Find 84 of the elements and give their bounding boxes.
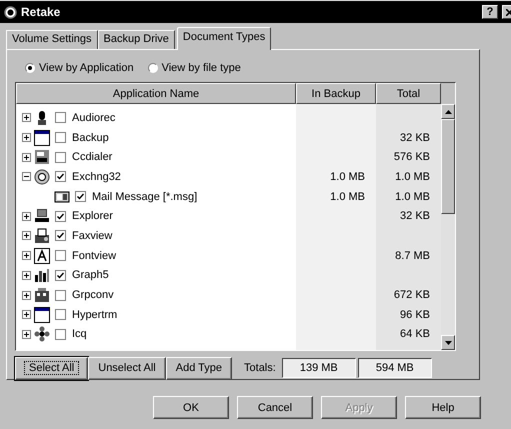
table-cell: 32 KB xyxy=(400,132,430,144)
button[interactable]: Help xyxy=(405,396,481,419)
button[interactable]: Cancel xyxy=(237,396,313,419)
table-cell: 64 KB xyxy=(400,328,430,340)
scroll-thumb[interactable] xyxy=(441,119,455,214)
expander[interactable] xyxy=(22,212,31,221)
total-field: 594 MB xyxy=(358,358,432,378)
tab[interactable]: Volume Settings xyxy=(6,30,98,49)
table-cell: 576 KB xyxy=(394,151,430,164)
checkbox[interactable] xyxy=(55,152,66,163)
down-arrow-icon xyxy=(444,340,452,344)
checkbox[interactable] xyxy=(55,230,66,242)
checkbox[interactable] xyxy=(55,328,66,340)
expander[interactable] xyxy=(22,330,31,339)
checkbox[interactable] xyxy=(55,309,66,320)
help-button[interactable]: ? xyxy=(482,5,498,19)
expander[interactable] xyxy=(22,133,31,142)
table-cell: Explorer xyxy=(72,210,113,222)
fax-icon xyxy=(34,228,50,244)
table-cell: Faxview xyxy=(72,230,112,242)
column-header[interactable]: In Backup xyxy=(296,83,376,104)
scroll-down-button[interactable] xyxy=(441,335,455,350)
scrollbar[interactable] xyxy=(441,104,455,350)
checkbox[interactable] xyxy=(55,210,66,222)
table-cell: 1.0 MB xyxy=(395,170,430,183)
column-header[interactable]: Application Name xyxy=(16,83,296,104)
table-cell: Exchng32 xyxy=(72,170,121,183)
table-cell: Mail Message [*.msg] xyxy=(92,190,198,203)
table-cell: 96 KB xyxy=(400,308,430,321)
button[interactable]: OK xyxy=(153,396,229,419)
table-cell: Graph5 xyxy=(72,269,109,282)
table-cell: 672 KB xyxy=(394,289,430,302)
totals-label: Totals: xyxy=(244,362,276,374)
radio-button[interactable] xyxy=(25,63,35,73)
checkbox[interactable] xyxy=(55,132,66,144)
checkbox[interactable] xyxy=(55,250,66,262)
column-header[interactable]: Total xyxy=(376,83,441,104)
table-cell: Icq xyxy=(72,328,87,340)
radio-label: View by file type xyxy=(162,62,241,74)
table-cell: Grpconv xyxy=(72,289,114,302)
tab[interactable]: Backup Drive xyxy=(98,30,175,49)
letter-icon xyxy=(34,248,50,264)
window-title: Retake xyxy=(21,5,60,19)
radio-label: View by Application xyxy=(39,62,134,74)
expander[interactable] xyxy=(22,113,31,122)
expander[interactable] xyxy=(22,251,31,260)
button[interactable]: Unselect All xyxy=(88,356,166,380)
button[interactable]: Select All xyxy=(15,356,88,380)
scroll-up-button[interactable] xyxy=(441,104,455,119)
window-icon xyxy=(34,306,50,323)
flower-icon xyxy=(34,326,50,342)
table-cell: Hypertrm xyxy=(72,308,118,321)
button[interactable]: Add Type xyxy=(166,356,232,380)
expander[interactable] xyxy=(22,231,31,240)
window-icon xyxy=(34,130,50,146)
table-cell: 1.0 MB xyxy=(330,170,365,183)
checkbox[interactable] xyxy=(55,290,66,301)
card-icon xyxy=(54,188,70,205)
up-arrow-icon xyxy=(444,110,452,114)
checkbox[interactable] xyxy=(55,112,66,124)
table-cell: Audiorec xyxy=(72,112,116,124)
checkbox[interactable] xyxy=(75,191,86,202)
expander[interactable] xyxy=(22,172,31,182)
computer-icon xyxy=(34,208,50,224)
table-cell: 1.0 MB xyxy=(330,190,365,203)
table-cell: 32 KB xyxy=(400,210,430,222)
tab[interactable]: Document Types xyxy=(176,27,272,50)
expander[interactable] xyxy=(22,152,31,162)
bar-chart-icon xyxy=(34,267,50,284)
expander[interactable] xyxy=(22,290,31,300)
radio-button[interactable] xyxy=(148,63,158,73)
table-cell: Fontview xyxy=(72,250,116,262)
expander[interactable] xyxy=(22,270,31,280)
table-cell: Ccdialer xyxy=(72,151,112,164)
header-filler xyxy=(441,83,455,104)
checkbox[interactable] xyxy=(55,270,66,281)
app-icon xyxy=(4,6,17,18)
table-cell: 8.7 MB xyxy=(395,250,430,262)
table-cell: 1.0 MB xyxy=(395,190,430,203)
expander[interactable] xyxy=(22,310,31,320)
checkbox[interactable] xyxy=(55,171,66,182)
total-field: 139 MB xyxy=(282,358,356,378)
table-cell: Backup xyxy=(72,132,109,144)
building-icon xyxy=(34,287,50,304)
